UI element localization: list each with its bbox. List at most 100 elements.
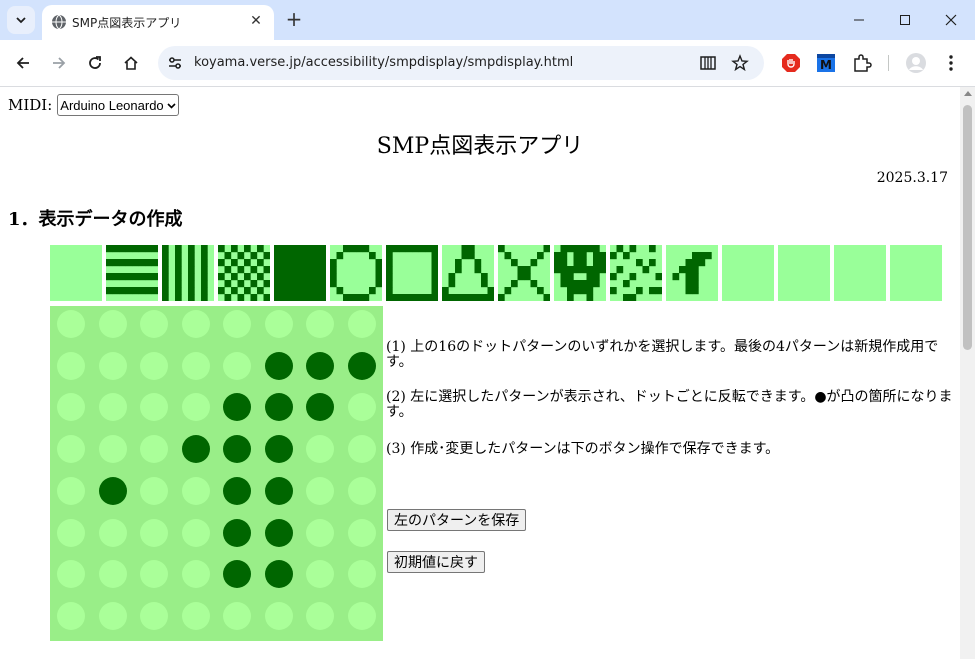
pattern-thumbnail-10[interactable] [554,245,606,301]
vertical-scrollbar[interactable] [960,87,975,659]
editor-dot[interactable] [264,310,293,338]
editor-dot[interactable] [264,601,293,630]
editor-dot[interactable] [264,560,293,589]
pattern-thumbnail-7[interactable] [386,245,438,301]
editor-dot[interactable] [140,518,168,547]
editor-dot[interactable] [264,435,293,464]
editor-dot[interactable] [57,518,85,547]
editor-dot[interactable] [98,601,127,630]
editor-dot[interactable] [57,351,85,380]
editor-dot[interactable] [223,601,251,630]
editor-dot[interactable] [347,560,376,589]
editor-dot[interactable] [306,476,334,505]
editor-dot[interactable] [98,518,127,547]
more-menu-icon[interactable] [940,52,962,74]
editor-dot[interactable] [57,435,85,464]
pattern-thumbnail-3[interactable] [162,245,214,301]
reset-button[interactable]: 初期値に戻す [387,551,485,573]
editor-dot[interactable] [181,476,210,505]
pattern-thumbnail-2[interactable] [106,245,158,301]
puzzle-icon[interactable] [851,52,873,74]
editor-dot[interactable] [140,560,168,589]
editor-dot[interactable] [57,560,85,589]
editor-dot[interactable] [347,601,376,630]
editor-dot[interactable] [264,518,293,547]
editor-dot[interactable] [57,393,85,422]
site-info-icon[interactable] [166,54,184,72]
editor-dot[interactable] [98,351,127,380]
editor-dot[interactable] [140,393,168,422]
back-button[interactable] [10,50,36,76]
editor-dot[interactable] [181,435,210,464]
pattern-thumbnail-15[interactable] [834,245,886,301]
save-pattern-button[interactable]: 左のパターンを保存 [387,509,527,531]
adblock-extension-icon[interactable] [780,52,802,74]
pattern-thumbnail-6[interactable] [330,245,382,301]
pattern-thumbnail-11[interactable] [610,245,662,301]
pattern-thumbnail-14[interactable] [778,245,830,301]
editor-dot[interactable] [223,560,251,589]
editor-dot[interactable] [140,310,168,338]
midi-device-select[interactable]: Arduino Leonardo [57,94,179,116]
editor-dot[interactable] [181,351,210,380]
editor-dot[interactable] [306,518,334,547]
tab-search-button[interactable] [7,6,35,34]
editor-dot[interactable] [140,601,168,630]
editor-dot[interactable] [306,351,334,380]
pattern-thumbnail-16[interactable] [890,245,942,301]
editor-dot[interactable] [306,310,334,338]
editor-dot[interactable] [306,601,334,630]
editor-dot[interactable] [98,476,127,505]
editor-dot[interactable] [223,518,251,547]
editor-dot[interactable] [306,560,334,589]
piano-keys-icon[interactable] [699,54,717,72]
scroll-thumb[interactable] [963,105,972,350]
pattern-thumbnail-8[interactable] [442,245,494,301]
profile-avatar-icon[interactable] [905,52,927,74]
editor-dot[interactable] [181,310,210,338]
editor-dot[interactable] [223,393,251,422]
editor-dot[interactable] [306,435,334,464]
editor-dot[interactable] [347,476,376,505]
editor-dot[interactable] [223,476,251,505]
pattern-thumbnail-4[interactable] [218,245,270,301]
editor-dot[interactable] [223,310,251,338]
editor-dot[interactable] [57,310,85,338]
browser-tab-active[interactable]: SMP点図表示アプリ ✕ [42,5,274,40]
editor-dot[interactable] [98,393,127,422]
editor-dot[interactable] [98,435,127,464]
forward-button[interactable] [46,50,72,76]
editor-dot[interactable] [140,351,168,380]
editor-dot[interactable] [181,601,210,630]
editor-dot[interactable] [347,351,376,380]
pattern-thumbnail-1[interactable] [50,245,102,301]
editor-dot[interactable] [347,393,376,422]
pattern-thumbnail-9[interactable] [498,245,550,301]
editor-dot[interactable] [223,351,251,380]
editor-dot[interactable] [181,393,210,422]
editor-dot[interactable] [347,310,376,338]
editor-dot[interactable] [264,351,293,380]
pattern-thumbnail-5[interactable] [274,245,326,301]
new-tab-button[interactable]: + [284,8,304,30]
editor-dot[interactable] [140,476,168,505]
editor-dot[interactable] [57,601,85,630]
star-icon[interactable] [731,54,749,72]
editor-dot[interactable] [264,393,293,422]
editor-dot[interactable] [181,518,210,547]
editor-dot[interactable] [181,560,210,589]
scroll-up-arrow[interactable] [964,91,972,96]
close-window-button[interactable] [936,6,966,34]
editor-dot[interactable] [98,310,127,338]
maximize-button[interactable] [890,6,920,34]
m-extension-icon[interactable]: M [815,52,837,74]
home-button[interactable] [118,50,144,76]
editor-dot[interactable] [306,393,334,422]
pattern-thumbnail-12[interactable] [666,245,718,301]
editor-dot[interactable] [140,435,168,464]
pattern-thumbnail-13[interactable] [722,245,774,301]
reload-button[interactable] [82,50,108,76]
address-bar[interactable]: koyama.verse.jp/accessibility/smpdisplay… [158,46,764,80]
editor-dot[interactable] [347,435,376,464]
editor-dot[interactable] [223,435,251,464]
